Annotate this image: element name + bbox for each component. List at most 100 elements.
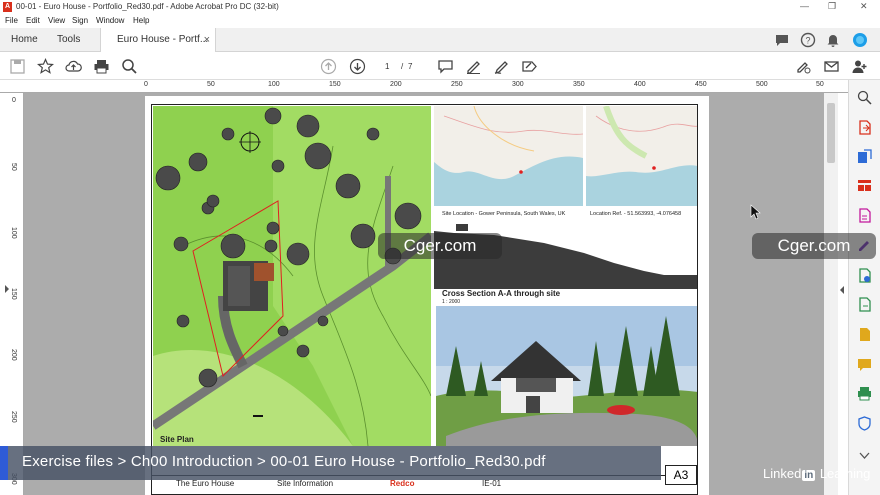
ruler-tick-label: 500	[756, 81, 768, 88]
close-tab-button[interactable]: ×	[204, 28, 210, 52]
architecture-sheet: Site Plan Site Location - Gower Peninsul…	[151, 104, 698, 495]
combine-files-icon[interactable]	[857, 327, 872, 342]
maximize-button[interactable]: ❐	[828, 1, 836, 12]
ruler-tick-label: 100	[268, 81, 280, 88]
main-toolbar: 1 / 7	[0, 53, 880, 80]
bookmark-star-icon[interactable]	[37, 58, 54, 75]
profile-avatar-icon[interactable]	[852, 32, 868, 48]
acrobat-logo-icon: A	[3, 2, 12, 12]
tools-pane	[840, 80, 880, 495]
site-location-caption: Site Location - Gower Peninsula, South W…	[442, 211, 566, 217]
menu-help[interactable]: Help	[133, 16, 149, 25]
tab-document-label: Euro House - Portf...	[117, 34, 209, 45]
location-ref-caption: Location Ref. - 51.563993, -4.076458	[590, 211, 682, 217]
ruler-tick-label: 100	[10, 227, 17, 239]
learning-brand-text: Learning	[816, 466, 871, 481]
site-location-map	[434, 106, 583, 206]
email-icon[interactable]	[823, 58, 840, 75]
tab-home[interactable]: Home	[11, 28, 38, 52]
ruler-tick-label: 50	[207, 81, 215, 88]
site-plan-drawing	[153, 106, 431, 446]
mouse-cursor-icon	[750, 204, 761, 220]
watermark-label: Cger.com	[752, 233, 876, 259]
tab-tools[interactable]: Tools	[57, 28, 80, 52]
linkedin-learning-logo: Linked in Learning	[763, 466, 870, 481]
course-caption-bar: Exercise files > Ch00 Introduction > 00-…	[0, 446, 661, 480]
ruler-tick-label: 50	[10, 163, 17, 171]
export-pdf-icon[interactable]	[857, 120, 872, 135]
menu-file[interactable]: File	[5, 16, 18, 25]
menu-view[interactable]: View	[48, 16, 65, 25]
window-title: 00-01 - Euro House - Portfolio_Red30.pdf…	[16, 2, 279, 11]
linkedin-brand-text: Linked	[763, 466, 802, 481]
edit-pdf-icon[interactable]	[857, 208, 872, 223]
cross-section-scale: 1 : 2000	[442, 299, 461, 305]
zoom-search-icon[interactable]	[121, 58, 138, 75]
highlight-pen-icon[interactable]	[465, 58, 482, 75]
minimize-button[interactable]: —	[800, 1, 809, 11]
ruler-tick-label: 250	[451, 81, 463, 88]
page-separator: /	[401, 62, 404, 71]
draw-pen-icon[interactable]	[493, 58, 510, 75]
svg-text:?: ?	[805, 36, 810, 46]
title-bar: A 00-01 - Euro House - Portfolio_Red30.p…	[0, 0, 880, 14]
ruler-tick-label: 450	[695, 81, 707, 88]
menu-window[interactable]: Window	[96, 16, 124, 25]
organize-pages-icon[interactable]	[857, 178, 872, 193]
title-block-drawing-number: IE-01	[482, 479, 502, 488]
ruler-tick-label: 200	[390, 81, 402, 88]
sheet-size-badge: A3	[665, 465, 697, 485]
vertical-ruler: 0 50 100 150 200 250 300	[0, 93, 24, 495]
collapse-pane-arrow-icon[interactable]	[839, 285, 845, 295]
ruler-tick-label: 0	[12, 97, 16, 104]
link-edit-icon[interactable]	[795, 58, 812, 75]
horizontal-ruler: 0 50 100 150 200 250 300 350 400 450 500…	[0, 80, 848, 93]
tab-bar: Home Tools Euro House - Portf... × ?	[0, 28, 880, 52]
page-total: 7	[408, 62, 413, 71]
help-icon[interactable]: ?	[800, 32, 816, 48]
location-detail-map	[586, 106, 697, 206]
tab-document[interactable]: Euro House - Portf... ×	[100, 28, 216, 52]
ruler-tick-label: 400	[634, 81, 646, 88]
cross-section-title: Cross Section A-A through site	[442, 289, 561, 298]
linkedin-in-badge: in	[802, 470, 816, 481]
protect-shield-icon[interactable]	[857, 416, 872, 431]
watermark-label: Cger.com	[378, 233, 502, 259]
save-icon[interactable]	[9, 58, 26, 75]
ruler-tick-label: 350	[573, 81, 585, 88]
ruler-tick-label: 150	[10, 288, 17, 300]
title-block-company: Redco	[390, 479, 415, 488]
notification-bell-icon[interactable]	[825, 32, 841, 48]
scrollbar-thumb[interactable]	[827, 103, 835, 163]
expand-left-pane-arrow-icon[interactable]	[4, 284, 10, 294]
ruler-tick-label: 300	[512, 81, 524, 88]
send-for-signature-icon[interactable]	[857, 268, 872, 283]
title-block-sheet-name: Site Information	[277, 479, 334, 488]
vertical-scrollbar[interactable]	[824, 93, 838, 495]
menu-edit[interactable]: Edit	[26, 16, 40, 25]
comment-tool-icon[interactable]	[857, 357, 872, 372]
ruler-tick-label: 250	[10, 411, 17, 423]
fill-sign-icon[interactable]	[521, 58, 538, 75]
close-window-button[interactable]: ✕	[860, 1, 868, 12]
comment-icon[interactable]	[774, 32, 790, 48]
previous-page-icon[interactable]	[320, 58, 337, 75]
upload-cloud-icon[interactable]	[65, 58, 82, 75]
zoom-in-icon[interactable]	[857, 90, 872, 105]
site-plan-label: Site Plan	[160, 435, 194, 444]
next-page-icon[interactable]	[349, 58, 366, 75]
add-comment-icon[interactable]	[437, 58, 454, 75]
ruler-tick-label: 150	[329, 81, 341, 88]
menu-bar: File Edit View Sign Window Help	[0, 14, 880, 28]
menu-sign[interactable]: Sign	[72, 16, 88, 25]
create-pdf-icon[interactable]	[857, 149, 872, 164]
title-block-project: The Euro House	[176, 479, 235, 488]
print-production-icon[interactable]	[857, 386, 872, 401]
share-file-icon[interactable]	[857, 297, 872, 312]
house-rendering	[436, 306, 697, 446]
page-number-input[interactable]: 1	[385, 62, 389, 71]
chevron-down-icon[interactable]	[857, 448, 872, 463]
print-icon[interactable]	[93, 58, 110, 75]
ruler-tick-label: 0	[144, 81, 148, 88]
add-user-icon[interactable]	[851, 58, 868, 75]
